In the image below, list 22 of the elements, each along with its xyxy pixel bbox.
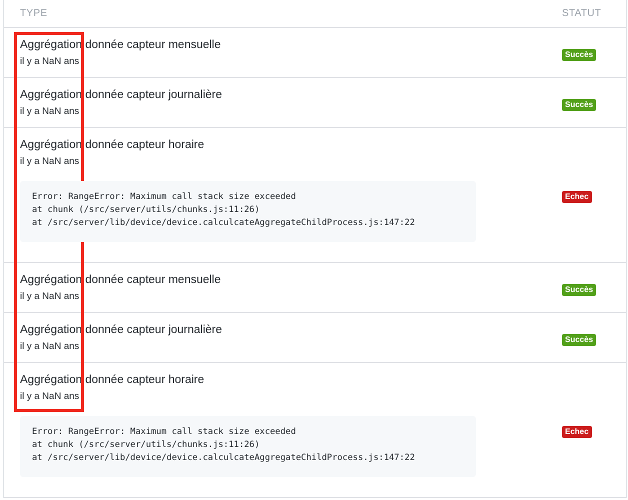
status-badge: Echec <box>562 426 592 438</box>
job-title: Aggrégation donnée capteur journalière <box>20 323 224 338</box>
job-title: Aggrégation donnée capteur horaire <box>20 373 206 388</box>
job-title: Aggrégation donnée capteur horaire <box>20 138 206 153</box>
status-badge: Succès <box>562 98 596 110</box>
error-trace: Error: RangeError: Maximum call stack size exceeded at chunk (/src/server/utils/chunks.js:11:26) at /src/server/lib/device/device.calculcateAggregateChildProcess.js:147:22 <box>20 416 476 477</box>
job-time: il y a NaN ans <box>20 340 80 354</box>
job-time: il y a NaN ans <box>20 55 80 69</box>
column-header: TYPE <box>19 8 48 19</box>
status-badge: Echec <box>562 191 592 203</box>
status-badge: Succès <box>562 334 596 346</box>
job-title: Aggrégation donnée capteur mensuelle <box>20 38 222 53</box>
job-time: il y a NaN ans <box>20 105 80 119</box>
column-header: STATUT <box>562 8 602 19</box>
status-badge: Succès <box>562 48 596 60</box>
job-title: Aggrégation donnée capteur mensuelle <box>20 273 222 288</box>
status-badge: Succès <box>562 284 596 296</box>
job-time: il y a NaN ans <box>20 290 80 304</box>
job-time: il y a NaN ans <box>20 390 80 404</box>
job-title: Aggrégation donnée capteur journalière <box>20 88 224 103</box>
job-time: il y a NaN ans <box>20 155 80 169</box>
error-trace: Error: RangeError: Maximum call stack size exceeded at chunk (/src/server/utils/chunks.js:11:26) at /src/server/lib/device/device.calculcateAggregateChildProcess.js:147:22 <box>20 181 476 242</box>
